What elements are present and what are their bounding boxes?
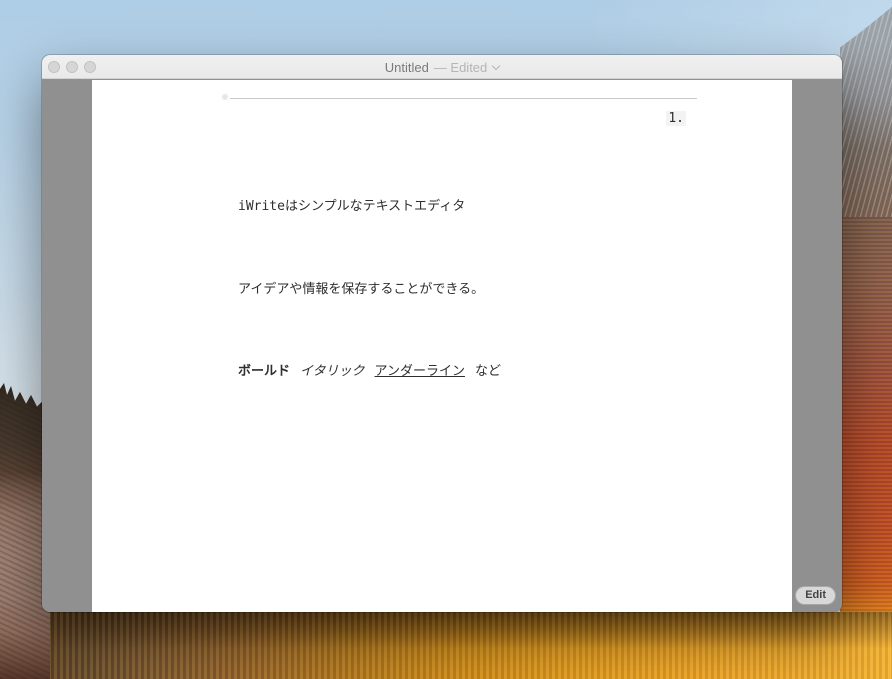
underline-text: アンダーライン	[374, 364, 465, 379]
document-page[interactable]: 1. iWriteはシンプルなテキストエディタ アイデアや情報を保存することがで…	[92, 80, 792, 612]
titlebar[interactable]: Untitled — Edited	[42, 55, 842, 79]
editor-window: Untitled — Edited 1. iWriteはシンプルなテキストエディ…	[42, 55, 842, 612]
document-title: Untitled	[384, 59, 429, 75]
ruler-marker	[222, 94, 228, 100]
text-line: iWriteはシンプルなテキストエディタ	[238, 199, 466, 214]
edited-status: — Edited	[433, 59, 488, 75]
ruler-divider-line	[230, 98, 697, 99]
plain-text: など	[474, 364, 501, 379]
window-content-margin: 1. iWriteはシンプルなテキストエディタ アイデアや情報を保存することがで…	[42, 80, 842, 612]
desktop-wallpaper: Untitled — Edited 1. iWriteはシンプルなテキストエディ…	[0, 0, 892, 679]
wallpaper-autumn-foliage	[0, 612, 892, 679]
page-number: 1.	[666, 111, 686, 126]
window-title: Untitled — Edited	[42, 55, 842, 79]
bold-text: ボールド	[238, 364, 291, 379]
text-line: アイデアや情報を保存することができる。	[238, 281, 485, 297]
document-text: iWriteはシンプルなテキストエディタ アイデアや情報を保存することができる。…	[238, 138, 752, 441]
chevron-down-icon[interactable]	[492, 61, 501, 71]
italic-text: イタリック	[300, 364, 365, 379]
text-line-formatted: ボールド イタリック アンダーライン など	[238, 358, 752, 386]
wallpaper-mountain	[840, 6, 892, 679]
edit-button[interactable]: Edit	[795, 586, 836, 605]
